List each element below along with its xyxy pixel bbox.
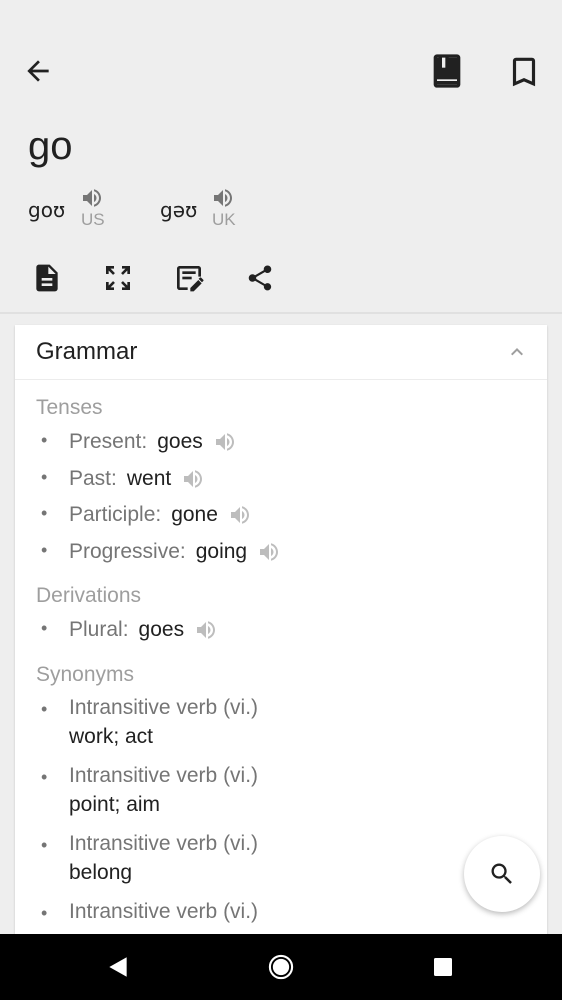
action-bar (0, 258, 562, 298)
synonym-pos: Intransitive verb (vi.) (69, 900, 259, 923)
list-item: • Participle: gone (36, 500, 516, 534)
synonym-pos: Intransitive verb (vi.) (69, 696, 259, 719)
bullet: • (41, 618, 48, 638)
bullet: • (41, 503, 48, 523)
tense-label: Past: (69, 467, 117, 490)
nav-back-icon[interactable] (103, 952, 133, 982)
speaker-icon[interactable] (213, 430, 237, 454)
list-item: • Present: goes (36, 427, 516, 461)
tense-label: Present: (69, 430, 148, 453)
card-title: Grammar (36, 338, 138, 365)
derivation-label: Plural: (69, 618, 129, 641)
system-nav-bar (0, 934, 562, 1000)
chevron-up-icon[interactable] (505, 340, 529, 364)
list-item: • Plural: goes (36, 615, 516, 649)
pronunciation-uk: gəʊ UK (160, 186, 260, 232)
nav-home-icon[interactable] (266, 952, 296, 982)
list-item: • Past: went (36, 464, 516, 498)
section-label-derivations: Derivations (36, 584, 142, 607)
bullet: • (41, 835, 48, 855)
list-item: • Progressive: going (36, 537, 516, 571)
ipa-uk: gəʊ (160, 198, 198, 222)
bullet: • (41, 903, 48, 923)
region-uk: UK (212, 210, 236, 229)
divider (0, 312, 562, 314)
synonym-pos: Intransitive verb (vi.) (69, 764, 259, 787)
wordbook-icon[interactable] (427, 50, 467, 92)
region-us: US (81, 210, 105, 229)
bullet: • (41, 430, 48, 450)
list-item: • Intransitive verb (vi.) belong (36, 832, 516, 892)
speaker-icon[interactable] (257, 540, 281, 564)
bullet: • (41, 767, 48, 787)
bullet: • (41, 540, 48, 560)
tense-value: going (195, 540, 248, 563)
bullet: • (41, 699, 48, 719)
tense-value: goes (157, 430, 203, 453)
search-fab[interactable] (464, 836, 540, 912)
list-item: • Intransitive verb (vi.) point; aim (36, 764, 516, 824)
bullet: • (41, 467, 48, 487)
grammar-card-header[interactable]: Grammar (15, 325, 547, 380)
tense-value: gone (171, 503, 218, 526)
edit-note-icon[interactable] (169, 258, 209, 298)
section-label-tenses: Tenses (36, 396, 103, 419)
synonym-pos: Intransitive verb (vi.) (69, 832, 259, 855)
ipa-us: goʊ (28, 198, 66, 222)
speaker-icon[interactable] (194, 618, 218, 642)
pronunciation-us: goʊ US (28, 186, 128, 232)
fullscreen-icon[interactable] (98, 258, 138, 298)
list-item: • Intransitive verb (vi.) work; act (36, 696, 516, 756)
arrow-back-icon[interactable] (22, 55, 54, 87)
speaker-icon[interactable] (181, 467, 205, 491)
document-icon[interactable] (27, 258, 67, 298)
speaker-icon[interactable] (211, 186, 235, 210)
bookmark-icon[interactable] (505, 52, 543, 92)
speaker-icon[interactable] (228, 503, 252, 527)
share-icon[interactable] (240, 258, 280, 298)
synonym-words: work; act (69, 725, 154, 748)
tense-value: went (126, 467, 172, 490)
nav-recents-icon[interactable] (428, 952, 458, 982)
search-icon (491, 863, 512, 884)
tense-label: Participle: (69, 503, 162, 526)
speaker-icon[interactable] (80, 186, 104, 210)
synonym-words: belong (69, 861, 133, 884)
headword: go (28, 124, 73, 168)
synonym-words: point; aim (69, 793, 161, 816)
top-bar (0, 0, 562, 130)
section-label-synonyms: Synonyms (36, 663, 135, 686)
tense-label: Progressive: (69, 540, 186, 563)
derivation-value: goes (138, 618, 185, 641)
